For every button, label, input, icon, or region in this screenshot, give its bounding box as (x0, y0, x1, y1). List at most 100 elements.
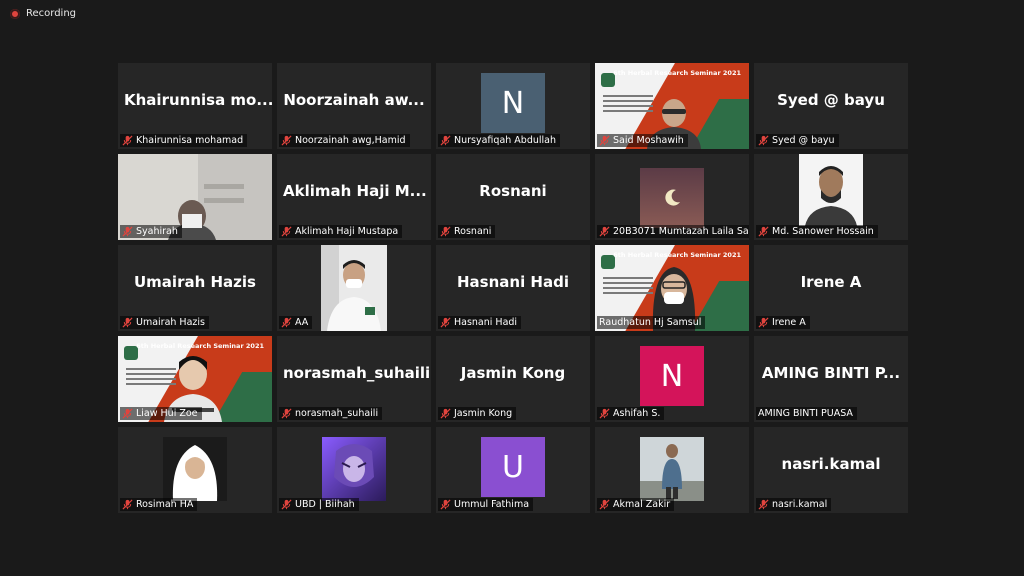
participant-tile[interactable]: Irene A Irene A (754, 245, 908, 331)
participant-label: 20B3071 Mumtazah Laila Sa... (597, 225, 749, 238)
participant-label: Liaw Hui Zoe (120, 407, 202, 420)
participant-tile[interactable]: N Nursyafiqah Abdullah (436, 63, 590, 149)
participant-display-name: Aklimah Haji M... (283, 182, 427, 200)
participant-label: norasmah_suhaili (279, 407, 383, 420)
participant-label-text: Jasmin Kong (454, 408, 513, 419)
participant-label-text: Hasnani Hadi (454, 317, 518, 328)
participant-tile-active-speaker[interactable]: 6th Herbal Research Seminar 2021 Raudhat… (595, 245, 749, 331)
participant-tile[interactable]: Rosnani Rosnani (436, 154, 590, 240)
participant-label-text: Ummul Fathima (454, 499, 530, 510)
participant-label-text: Liaw Hui Zoe (136, 408, 198, 419)
participant-tile[interactable]: AA (277, 245, 431, 331)
participant-label-text: Ashifah S. (613, 408, 661, 419)
mic-muted-icon (440, 499, 451, 510)
participant-label-text: nasri.kamal (772, 499, 828, 510)
participant-label-text: norasmah_suhaili (295, 408, 379, 419)
participant-tile[interactable]: Akmal Zakir (595, 427, 749, 513)
mic-muted-icon (440, 135, 451, 146)
participant-tile[interactable]: N Ashifah S. (595, 336, 749, 422)
mic-muted-icon (281, 135, 292, 146)
participant-tile[interactable]: norasmah_suhaili norasmah_suhaili (277, 336, 431, 422)
participant-label: Rosnani (438, 225, 496, 238)
participant-label: Raudhatun Hj Samsul (597, 316, 706, 329)
participant-label-text: Said Moshawih (613, 135, 684, 146)
participant-tile[interactable]: AMING BINTI P... AMING BINTI PUASA (754, 336, 908, 422)
participant-label-text: Nursyafiqah Abdullah (454, 135, 557, 146)
participant-label-text: Khairunnisa mohamad (136, 135, 244, 146)
avatar: N (640, 346, 704, 406)
participant-label-text: Syed @ bayu (772, 135, 835, 146)
participant-label-text: Umairah Hazis (136, 317, 205, 328)
participant-label: Md. Sanower Hossain (756, 225, 878, 238)
participant-display-name: Hasnani Hadi (456, 273, 569, 291)
participant-label: Nursyafiqah Abdullah (438, 134, 561, 147)
mic-muted-icon (440, 226, 451, 237)
participant-tile[interactable]: Syed @ bayu Syed @ bayu (754, 63, 908, 149)
participant-tile[interactable]: Khairunnisa mo... Khairunnisa mohamad (118, 63, 272, 149)
participant-display-name: Khairunnisa mo... (124, 91, 272, 109)
participant-label-text: UBD | Biihah (295, 499, 355, 510)
mic-muted-icon (440, 408, 451, 419)
participant-label: UBD | Biihah (279, 498, 359, 511)
participant-label: Ashifah S. (597, 407, 665, 420)
participant-label-text: Rosnani (454, 226, 492, 237)
mic-muted-icon (758, 317, 769, 328)
mic-muted-icon (599, 408, 610, 419)
participant-tile[interactable]: Hasnani Hadi Hasnani Hadi (436, 245, 590, 331)
participant-tile[interactable]: Noorzainah aw... Noorzainah awg,Hamid (277, 63, 431, 149)
mic-muted-icon (122, 317, 133, 328)
mic-muted-icon (122, 226, 133, 237)
participant-tile[interactable]: Jasmin Kong Jasmin Kong (436, 336, 590, 422)
participant-label-text: Syahirah (136, 226, 178, 237)
participant-tile[interactable]: UBD | Biihah (277, 427, 431, 513)
participant-label: Syahirah (120, 225, 182, 238)
participant-tile[interactable]: 6th Herbal Research Seminar 2021 Liaw Hu… (118, 336, 272, 422)
participant-display-name: norasmah_suhaili (283, 364, 431, 382)
participant-tile[interactable]: U Ummul Fathima (436, 427, 590, 513)
mic-muted-icon (599, 499, 610, 510)
participant-label: Akmal Zakir (597, 498, 675, 511)
participant-label: Said Moshawih (597, 134, 688, 147)
participant-display-name: Irene A (800, 273, 862, 291)
participant-label: Noorzainah awg,Hamid (279, 134, 410, 147)
participant-tile[interactable]: 6th Herbal Research Seminar 2021 Said Mo… (595, 63, 749, 149)
participant-label: Aklimah Haji Mustapa (279, 225, 403, 238)
avatar: U (481, 437, 545, 497)
participant-tile[interactable]: 20B3071 Mumtazah Laila Sa... (595, 154, 749, 240)
participant-label-text: Rosimah HA (136, 499, 194, 510)
mic-muted-icon (758, 226, 769, 237)
participant-label-text: Akmal Zakir (613, 499, 671, 510)
profile-picture (640, 168, 704, 228)
participant-tile[interactable]: nasri.kamal nasri.kamal (754, 427, 908, 513)
mic-muted-icon (281, 499, 292, 510)
mic-muted-icon (122, 408, 133, 419)
participant-display-name: AMING BINTI P... (761, 364, 901, 382)
participant-tile[interactable]: Aklimah Haji M... Aklimah Haji Mustapa (277, 154, 431, 240)
participant-tile[interactable]: Md. Sanower Hossain (754, 154, 908, 240)
avatar: N (481, 73, 545, 133)
participant-display-name: Noorzainah aw... (283, 91, 425, 109)
profile-picture (640, 437, 704, 501)
participant-display-name: nasri.kamal (781, 455, 881, 473)
participant-label: AMING BINTI PUASA (756, 407, 857, 420)
participant-display-name: Jasmin Kong (460, 364, 566, 382)
participant-tile[interactable]: Rosimah HA (118, 427, 272, 513)
mic-muted-icon (122, 499, 133, 510)
participant-display-name: Rosnani (479, 182, 547, 200)
mic-muted-icon (599, 135, 610, 146)
participant-label-text: Raudhatun Hj Samsul (599, 317, 702, 328)
video-grid: Khairunnisa mo... Khairunnisa mohamad No… (118, 63, 908, 513)
participant-label: Khairunnisa mohamad (120, 134, 248, 147)
participant-label-text: AMING BINTI PUASA (758, 408, 853, 419)
profile-picture (322, 437, 386, 501)
mic-muted-icon (440, 317, 451, 328)
participant-tile[interactable]: Umairah Hazis Umairah Hazis (118, 245, 272, 331)
recording-indicator[interactable]: Recording (10, 8, 76, 19)
participant-label: Hasnani Hadi (438, 316, 522, 329)
mic-muted-icon (599, 226, 610, 237)
mic-muted-icon (281, 317, 292, 328)
participant-label-text: AA (295, 317, 309, 328)
participant-label-text: Aklimah Haji Mustapa (295, 226, 399, 237)
participant-tile[interactable]: Syahirah (118, 154, 272, 240)
participant-label: Irene A (756, 316, 810, 329)
